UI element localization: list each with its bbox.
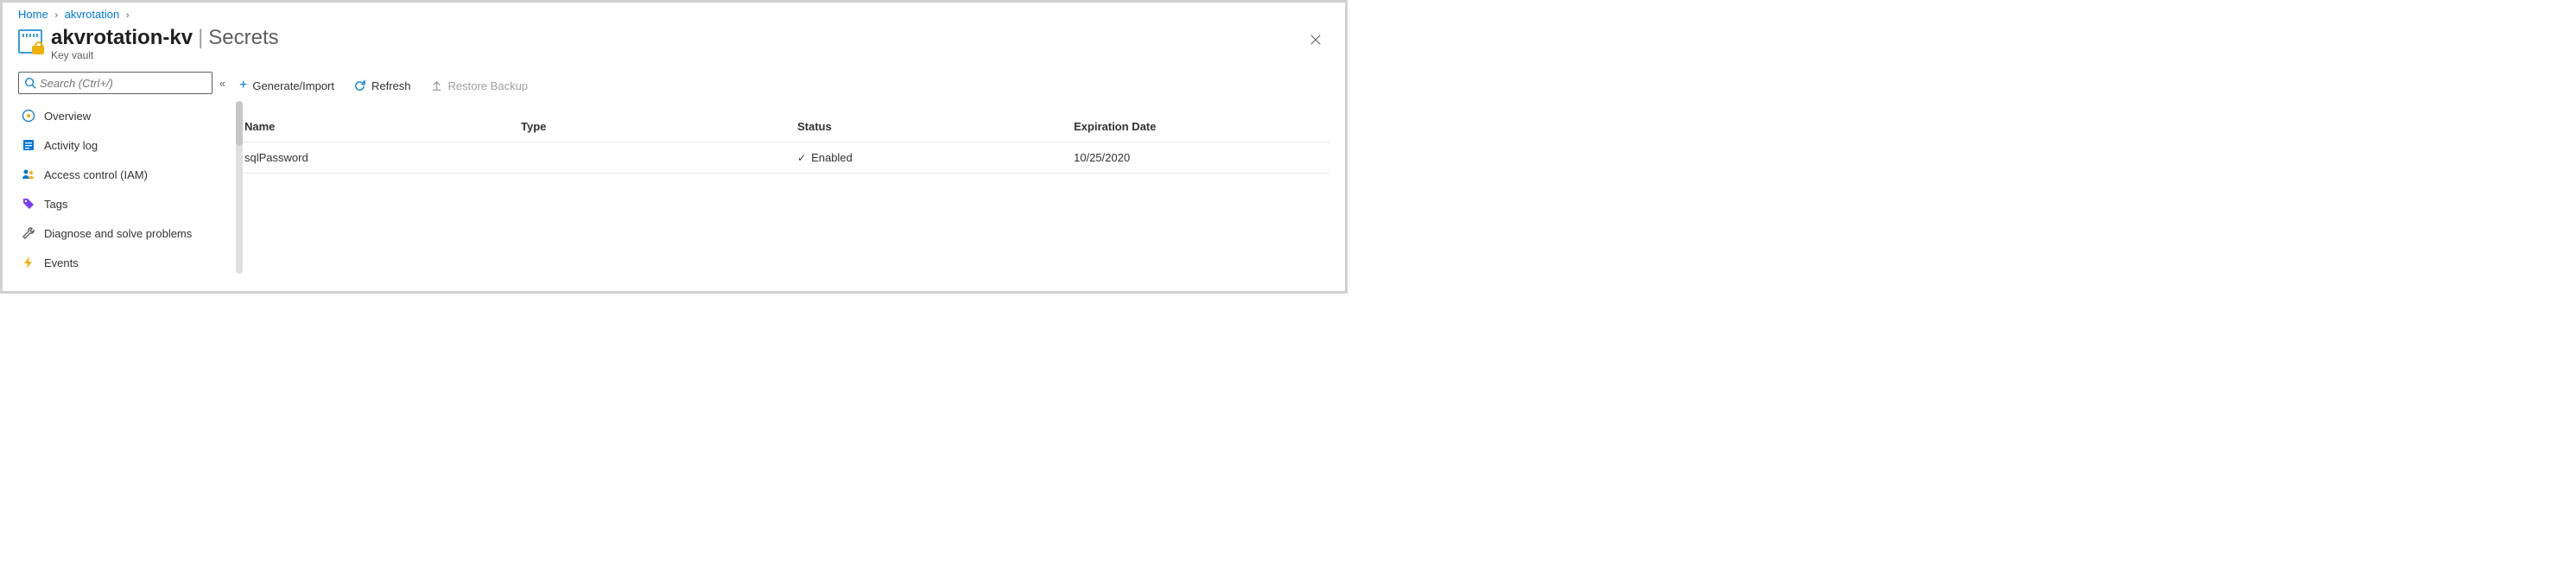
secret-expiration: 10/25/2020 — [1074, 151, 1324, 164]
button-label: Refresh — [371, 79, 411, 92]
info-icon — [22, 109, 35, 123]
status-text: Enabled — [811, 151, 853, 164]
secret-name: sqlPassword — [244, 151, 521, 164]
column-header-status[interactable]: Status — [797, 120, 1074, 133]
blade-name: Secrets — [208, 26, 278, 50]
sidebar-item-diagnose[interactable]: Diagnose and solve problems — [18, 218, 225, 248]
plus-icon: + — [239, 78, 247, 93]
search-icon — [24, 77, 36, 89]
sidebar-item-label: Access control (IAM) — [44, 168, 148, 181]
sidebar-item-label: Activity log — [44, 139, 98, 152]
chevron-right-icon: › — [126, 10, 130, 21]
collapse-sidebar-button[interactable]: « — [219, 77, 225, 90]
sidebar-scrollbar[interactable] — [236, 101, 243, 274]
main-content: + Generate/Import Refresh Restore Backup… — [229, 66, 1345, 277]
button-label: Restore Backup — [448, 79, 529, 92]
log-icon — [22, 138, 35, 152]
sidebar-item-access-control[interactable]: Access control (IAM) — [18, 160, 225, 189]
search-input[interactable] — [36, 77, 206, 90]
breadcrumb: Home › akvrotation › — [3, 3, 1345, 22]
sidebar-item-label: Overview — [44, 110, 91, 123]
chevron-right-icon: › — [54, 10, 58, 21]
table-row[interactable]: sqlPassword ✓ Enabled 10/25/2020 — [239, 142, 1329, 174]
close-icon — [1310, 34, 1322, 46]
sidebar-item-events[interactable]: Events — [18, 248, 225, 277]
column-header-name[interactable]: Name — [244, 120, 521, 133]
table-header: Name Type Status Expiration Date — [239, 111, 1329, 142]
secret-type — [521, 151, 797, 164]
sidebar: « Overview Activity log Access con — [3, 66, 229, 277]
people-icon — [22, 168, 35, 181]
resource-name: akvrotation-kv — [51, 26, 193, 50]
button-label: Generate/Import — [252, 79, 334, 92]
bolt-icon — [22, 256, 35, 269]
breadcrumb-home[interactable]: Home — [18, 8, 48, 21]
restore-backup-button: Restore Backup — [430, 79, 529, 92]
sidebar-item-label: Events — [44, 256, 79, 269]
sidebar-item-overview[interactable]: Overview — [18, 101, 225, 130]
check-icon: ✓ — [797, 152, 806, 164]
column-header-expiration[interactable]: Expiration Date — [1074, 120, 1324, 133]
generate-import-button[interactable]: + Generate/Import — [239, 78, 334, 93]
column-header-type[interactable]: Type — [521, 120, 797, 133]
refresh-button[interactable]: Refresh — [353, 79, 411, 92]
close-button[interactable] — [1302, 26, 1329, 54]
breadcrumb-resource-group[interactable]: akvrotation — [65, 8, 120, 21]
secret-status: ✓ Enabled — [797, 151, 1074, 164]
sidebar-search[interactable] — [18, 72, 213, 94]
blade-header: akvrotation-kv | Secrets Key vault — [3, 22, 1345, 66]
tag-icon — [22, 197, 35, 211]
sidebar-item-label: Tags — [44, 198, 67, 211]
sidebar-item-label: Diagnose and solve problems — [44, 227, 192, 240]
sidebar-item-activity-log[interactable]: Activity log — [18, 130, 225, 160]
toolbar: + Generate/Import Refresh Restore Backup — [239, 72, 1329, 99]
key-vault-icon — [18, 29, 42, 54]
title-separator: | — [198, 26, 203, 50]
wrench-icon — [22, 226, 35, 240]
resource-type: Key vault — [51, 49, 279, 61]
refresh-icon — [353, 79, 366, 92]
upload-icon — [430, 79, 443, 92]
sidebar-item-tags[interactable]: Tags — [18, 189, 225, 218]
